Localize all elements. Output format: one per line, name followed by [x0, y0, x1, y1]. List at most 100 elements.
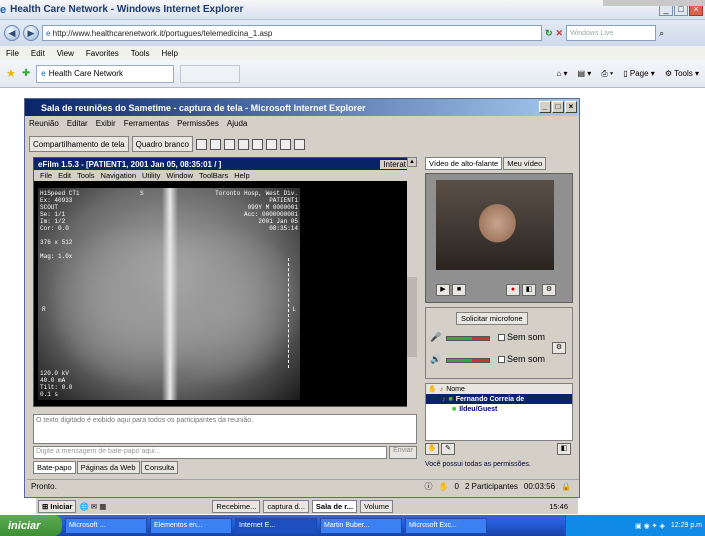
feeds-icon[interactable]: ▤ ▾	[577, 69, 591, 79]
efilm-menu-help[interactable]: Help	[234, 171, 249, 180]
refresh-icon[interactable]: ↻	[545, 28, 553, 39]
orientation-marker-top: S	[140, 190, 144, 197]
chat-input[interactable]: Digite a mensagem de bate-papo aqui...	[33, 446, 387, 459]
microphone-icon: 🎤	[430, 332, 442, 342]
efilm-menu-window[interactable]: Window	[166, 171, 193, 180]
forward-button[interactable]: ▶	[23, 25, 39, 41]
chest-xray-image[interactable]: HiSpeed CTi Ex: 40933 SCOUT Se: 1/1 Im: 1/…	[38, 188, 300, 400]
list-item[interactable]: ■ Ildeu/Guest	[426, 404, 572, 414]
mute-speaker[interactable]: Sem som	[498, 354, 545, 364]
efilm-menu-file[interactable]: File	[40, 171, 52, 180]
scroll-thumb[interactable]	[407, 277, 417, 357]
menu-file[interactable]: File	[6, 49, 19, 58]
tab-chat[interactable]: Bate-papo	[33, 461, 76, 474]
back-button[interactable]: ◀	[4, 25, 20, 41]
xp-task-internet[interactable]: Internet E...	[235, 517, 317, 534]
add-favorite-icon[interactable]: ✚	[22, 68, 30, 79]
menu-permissoes[interactable]: Permissões	[177, 119, 219, 128]
taskbar-item-captura[interactable]: captura d...	[263, 499, 309, 513]
meeting-toolbar: Compartilhamento de tela Quadro branco	[29, 135, 305, 153]
efilm-menu-edit[interactable]: Edit	[58, 171, 71, 180]
menu-help[interactable]: Help	[161, 49, 177, 58]
quicklaunch-icons[interactable]: 🌐 ✉ ▦	[79, 502, 106, 511]
menu-ferramentas[interactable]: Ferramentas	[124, 119, 169, 128]
tab-speaker-video[interactable]: Vídeo de alto-falante	[425, 157, 503, 170]
menu-favorites[interactable]: Favorites	[86, 49, 119, 58]
edit-tool-icon[interactable]	[237, 138, 249, 150]
speaker-level[interactable]	[446, 358, 490, 363]
system-tray: ▣ ◉ ✦ ◈ 12:29 p.m	[565, 515, 705, 536]
share-window-icon[interactable]	[223, 138, 235, 150]
scroll-up-icon[interactable]: ▲	[407, 157, 417, 167]
meeting-close-button[interactable]: ×	[565, 101, 577, 113]
mute-speaker-checkbox[interactable]	[498, 355, 505, 363]
search-icon[interactable]: ⌕	[659, 28, 664, 39]
new-tab[interactable]	[180, 64, 241, 83]
invite-icon[interactable]: ◧	[557, 443, 571, 455]
menu-view[interactable]: View	[57, 49, 74, 58]
menu-edit[interactable]: Edit	[31, 49, 45, 58]
stop-icon[interactable]: ✕	[556, 28, 564, 39]
menu-reuniao[interactable]: Reunião	[29, 119, 59, 128]
screen-share-button[interactable]: Compartilhamento de tela	[29, 136, 129, 152]
menu-ajuda[interactable]: Ajuda	[227, 119, 247, 128]
name-column-header[interactable]: Nome	[446, 386, 465, 393]
whiteboard-button[interactable]: Quadro branco	[131, 136, 193, 152]
participant-status-icon: ■	[448, 395, 453, 403]
efilm-menu-toolbars[interactable]: ToolBars	[199, 171, 228, 180]
audio-settings-icon[interactable]: ⚙	[552, 342, 566, 354]
pointer-tool-icon[interactable]	[195, 138, 207, 150]
private-chat-icon[interactable]: ✎	[441, 443, 455, 455]
settings-tool-icon[interactable]	[293, 138, 305, 150]
tray-icons[interactable]: ▣ ◉ ✦ ◈	[635, 522, 665, 530]
meeting-maximize-button[interactable]: □	[552, 101, 564, 113]
taskbar-item-sala[interactable]: Sala de r...	[311, 499, 358, 513]
menu-tools[interactable]: Tools	[131, 49, 150, 58]
control-tool-icon[interactable]	[251, 138, 263, 150]
url-field[interactable]: e http://www.healthcarenetwork.it/portug…	[42, 25, 542, 41]
page-menu[interactable]: ▯ Page ▾	[623, 69, 655, 79]
hand-tool-icon[interactable]	[265, 138, 277, 150]
interact-button[interactable]: Interat	[380, 159, 409, 169]
xp-task-elementos[interactable]: Elementos en...	[150, 517, 232, 534]
efilm-menu-utility[interactable]: Utility	[142, 171, 160, 180]
mute-mic-checkbox[interactable]	[498, 333, 505, 341]
taskbar-item-recebimento[interactable]: Recebime...	[212, 499, 261, 513]
menu-editar[interactable]: Editar	[67, 119, 88, 128]
share-region-icon[interactable]	[209, 138, 221, 150]
favorites-star-icon[interactable]: ★	[6, 67, 16, 80]
record-icon[interactable]: ●	[506, 284, 520, 296]
tab-my-video[interactable]: Meu vídeo	[503, 157, 547, 170]
menu-exibir[interactable]: Exibir	[96, 119, 116, 128]
search-input[interactable]: Windows Live	[566, 25, 657, 41]
list-item[interactable]: ♪ ■ Fernando Correia de	[426, 394, 572, 404]
overlay-top-right: Toronto Hosp, West Div. PATIENT1 099Y M 0…	[215, 190, 298, 232]
efilm-menu-tools[interactable]: Tools	[77, 171, 95, 180]
play-button[interactable]: ▶	[436, 284, 450, 296]
tab-health-care-network[interactable]: e Health Care Network	[36, 64, 175, 83]
video-settings-icon[interactable]: ⚙	[542, 284, 556, 296]
taskbar-item-volume[interactable]: Volume	[360, 499, 394, 513]
raise-hand-icon[interactable]: ✋	[425, 443, 439, 455]
send-button[interactable]: Enviar	[389, 446, 417, 459]
status-bar: Pronto. ⓘ ✋ 0 2 Participantes 00:03:56 🔒	[27, 479, 579, 493]
print-icon[interactable]: ⎙ ▾	[601, 69, 613, 79]
tab-poll[interactable]: Consulta	[140, 461, 179, 474]
snapshot-icon[interactable]: ◧	[522, 284, 536, 296]
xp-task-martin[interactable]: Martin Buber...	[320, 517, 402, 534]
tools-menu[interactable]: ⚙ Tools ▾	[665, 69, 699, 79]
xp-task-microsoft[interactable]: Microsoft ...	[65, 517, 147, 534]
start-button[interactable]: iniciar	[0, 515, 62, 536]
viewer-scrollbar[interactable]: ▲	[407, 157, 417, 407]
remote-start-button[interactable]: ⊞ Iniciar	[38, 499, 77, 513]
tab-web-pages[interactable]: Páginas da Web	[76, 461, 140, 474]
efilm-menu-navigation[interactable]: Navigation	[101, 171, 136, 180]
home-icon[interactable]: ⌂ ▾	[556, 69, 567, 79]
mute-mic[interactable]: Sem som	[498, 332, 545, 342]
sync-tool-icon[interactable]	[279, 138, 291, 150]
request-microphone-button[interactable]: Solicitar microfone	[456, 312, 528, 325]
meeting-minimize-button[interactable]: _	[539, 101, 551, 113]
xp-task-excel[interactable]: Microsoft Exc...	[405, 517, 487, 534]
stop-button[interactable]: ■	[452, 284, 466, 296]
mic-level[interactable]	[446, 336, 490, 341]
